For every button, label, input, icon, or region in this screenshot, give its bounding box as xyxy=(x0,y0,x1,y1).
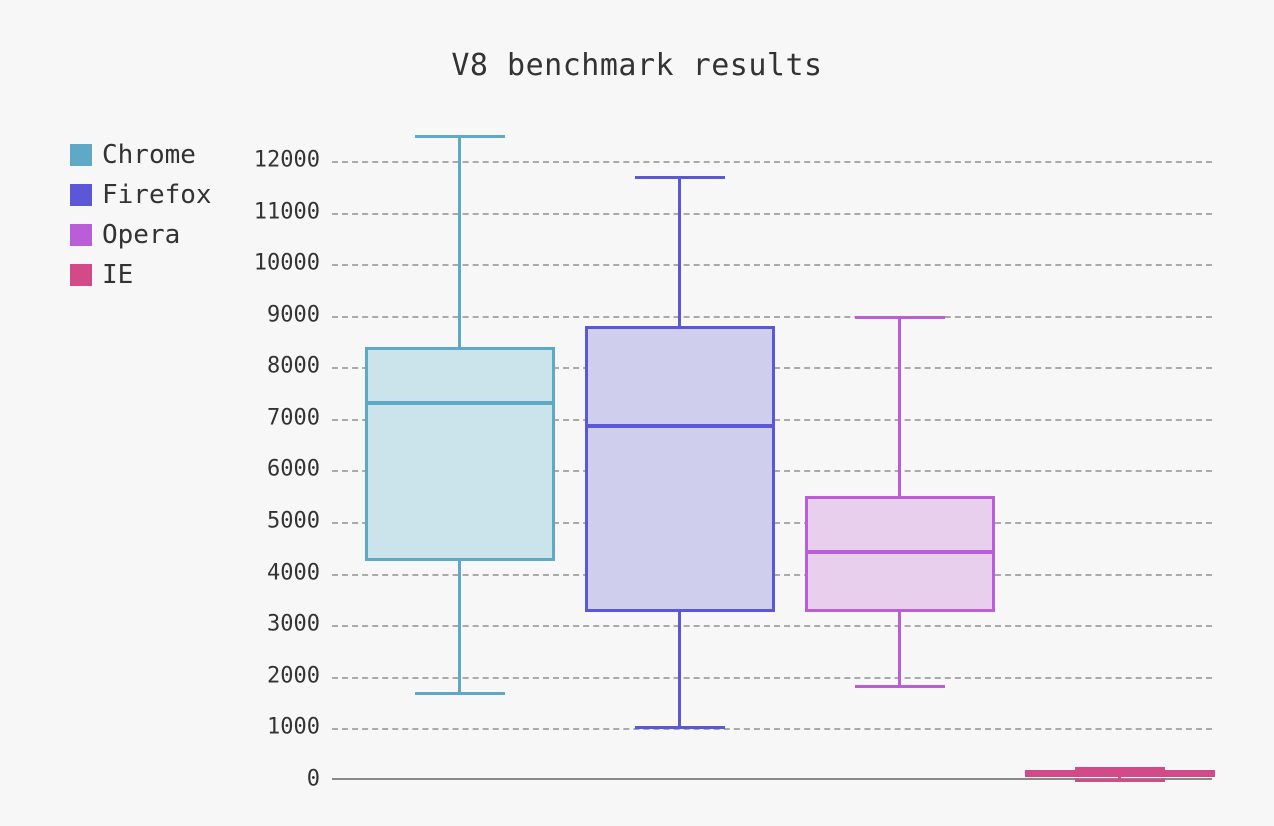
y-tick-label: 5000 xyxy=(220,508,320,533)
median-line xyxy=(365,401,554,405)
boxplot-firefox xyxy=(585,130,774,780)
whisker-lower xyxy=(678,612,681,725)
y-tick-label: 10000 xyxy=(220,250,320,275)
legend-label: Chrome xyxy=(102,140,196,170)
chart-container: V8 benchmark results Chrome Firefox Opera I… xyxy=(0,0,1274,826)
cap-upper xyxy=(855,316,946,319)
legend-swatch xyxy=(70,224,92,246)
cap-upper xyxy=(415,135,506,138)
legend-item-opera: Opera xyxy=(70,220,212,250)
boxplot-ie xyxy=(1025,130,1214,780)
cap-lower xyxy=(1075,779,1166,782)
y-tick-label: 0 xyxy=(220,766,320,791)
boxplot-opera xyxy=(805,130,994,780)
y-tick-label: 3000 xyxy=(220,611,320,636)
legend-label: IE xyxy=(102,260,133,290)
y-tick-label: 12000 xyxy=(220,147,320,172)
legend-label: Opera xyxy=(102,220,180,250)
legend-item-chrome: Chrome xyxy=(70,140,212,170)
y-tick-label: 2000 xyxy=(220,663,320,688)
y-tick-label: 4000 xyxy=(220,560,320,585)
y-tick-label: 7000 xyxy=(220,405,320,430)
y-tick-label: 8000 xyxy=(220,354,320,379)
y-tick-label: 9000 xyxy=(220,302,320,327)
whisker-lower xyxy=(898,612,901,684)
chart-title: V8 benchmark results xyxy=(0,48,1274,83)
iqr-box xyxy=(365,347,554,561)
cap-upper xyxy=(635,176,726,179)
whisker-lower xyxy=(458,561,461,693)
legend-swatch xyxy=(70,264,92,286)
whisker-upper xyxy=(678,176,681,326)
median-line xyxy=(805,550,994,554)
legend-item-firefox: Firefox xyxy=(70,180,212,210)
cap-lower xyxy=(635,726,726,729)
boxplot-chrome xyxy=(365,130,554,780)
iqr-box xyxy=(585,326,774,612)
cap-lower xyxy=(855,685,946,688)
legend-swatch xyxy=(70,184,92,206)
y-tick-label: 6000 xyxy=(220,457,320,482)
y-tick-label: 11000 xyxy=(220,199,320,224)
cap-lower xyxy=(415,692,506,695)
legend: Chrome Firefox Opera IE xyxy=(70,140,212,300)
whisker-upper xyxy=(458,135,461,347)
y-tick-label: 1000 xyxy=(220,715,320,740)
median-line xyxy=(1025,773,1214,777)
plot-area: 0100020003000400050006000700080009000100… xyxy=(332,130,1212,780)
legend-label: Firefox xyxy=(102,180,212,210)
whisker-upper xyxy=(898,316,901,497)
median-line xyxy=(585,424,774,428)
legend-swatch xyxy=(70,144,92,166)
legend-item-ie: IE xyxy=(70,260,212,290)
